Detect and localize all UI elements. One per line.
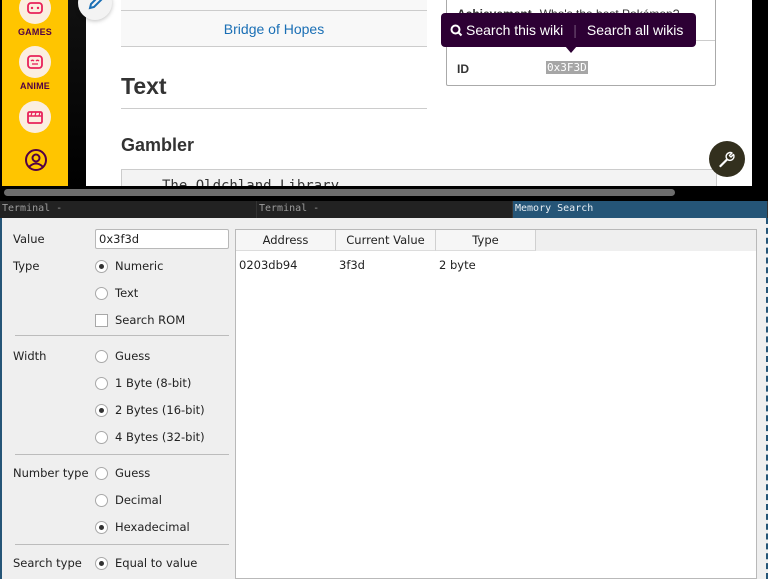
radio-label: Hexadecimal (115, 520, 190, 534)
code-block: The Oldchland Library (121, 169, 717, 186)
tools-button[interactable] (709, 141, 745, 177)
cell-type: 2 byte (439, 258, 476, 272)
wrench-icon (719, 151, 735, 168)
tab-terminal-2[interactable]: Terminal - (257, 201, 513, 218)
radio-unchecked[interactable] (95, 493, 108, 507)
infobox-id-value-selected[interactable]: 0x3F3D (546, 61, 588, 74)
radio-unchecked[interactable] (95, 376, 108, 390)
radio-unchecked[interactable] (95, 349, 108, 363)
radio-checked[interactable] (95, 520, 108, 534)
number-type-guess-radio[interactable]: Guess (95, 466, 150, 480)
cell-address: 0203db94 (239, 258, 298, 272)
radio-unchecked[interactable] (95, 430, 108, 444)
infobox-label: ID (457, 62, 469, 76)
checkbox-label: Search ROM (115, 313, 186, 327)
table-row: Bridge of Hopes (121, 11, 427, 47)
divider (15, 454, 229, 455)
number-type-hexadecimal-radio[interactable]: Hexadecimal (95, 520, 190, 534)
user-account-icon[interactable] (24, 148, 48, 176)
column-header-current-value[interactable]: Current Value (336, 230, 436, 251)
radio-label: Equal to value (115, 556, 198, 570)
search-this-wiki-button[interactable]: Search this wiki (466, 22, 563, 38)
search-rom-checkbox[interactable]: Search ROM (95, 313, 185, 327)
tab-terminal-1[interactable]: Terminal - (0, 201, 257, 218)
radio-checked[interactable] (95, 403, 108, 417)
radio-label: 4 Bytes (32-bit) (115, 430, 205, 444)
search-all-wikis-button[interactable]: Search all wikis (587, 22, 683, 38)
radio-label: 2 Bytes (16-bit) (115, 403, 205, 417)
type-label: Type (13, 259, 40, 273)
width-1-byte-radio[interactable]: 1 Byte (8-bit) (95, 376, 191, 390)
sidebar-item-label: ANIME (20, 81, 50, 91)
subsection-heading: Gambler (121, 135, 195, 155)
tooltip-arrow (565, 46, 577, 53)
memory-search-panel: Value Type Numeric Text Search ROM Width… (0, 218, 768, 579)
pencil-icon (88, 0, 103, 10)
cell-current-value: 3f3d (339, 258, 365, 272)
sidebar-item-games[interactable]: GAMES (2, 0, 68, 37)
width-label: Width (13, 349, 47, 363)
radio-label: Text (115, 286, 139, 300)
radio-label: Guess (115, 466, 151, 480)
radio-label: 1 Byte (8-bit) (115, 376, 192, 390)
radio-checked[interactable] (95, 259, 108, 273)
sidebar-item-movies[interactable] (2, 101, 68, 133)
radio-label: Decimal (115, 493, 162, 507)
divider (15, 544, 229, 545)
width-guess-radio[interactable]: Guess (95, 349, 150, 363)
column-header-address[interactable]: Address (236, 230, 336, 251)
anime-face-icon (19, 46, 51, 78)
number-type-decimal-radio[interactable]: Decimal (95, 493, 162, 507)
horizontal-scrollbar-thumb[interactable] (4, 189, 675, 196)
search-type-label: Search type (13, 556, 82, 570)
type-text-radio[interactable]: Text (95, 286, 138, 300)
value-input[interactable] (95, 229, 229, 249)
column-header-type[interactable]: Type (436, 230, 536, 251)
value-label: Value (13, 232, 45, 246)
search-type-equal-radio[interactable]: Equal to value (95, 556, 197, 570)
width-4-bytes-radio[interactable]: 4 Bytes (32-bit) (95, 430, 205, 444)
search-icon (450, 24, 463, 36)
sidebar-item-anime[interactable]: ANIME (2, 46, 68, 91)
tab-memory-search[interactable]: Memory Search (513, 201, 768, 218)
checkbox-unchecked[interactable] (95, 313, 108, 327)
browser-pane: GAMES ANIME Bridge of Hopes Text Gambler… (0, 0, 768, 201)
type-numeric-radio[interactable]: Numeric (95, 259, 163, 273)
section-heading: Text (121, 73, 427, 109)
bridge-of-hopes-link[interactable]: Bridge of Hopes (224, 21, 324, 37)
radio-unchecked[interactable] (95, 466, 108, 480)
page-gutter (68, 0, 86, 186)
tab-bar: Terminal - Terminal - Memory Search (0, 201, 768, 218)
radio-label: Numeric (115, 259, 164, 273)
results-table: Address Current Value Type 0203db94 3f3d… (235, 229, 757, 579)
sidebar-item-label: GAMES (17, 27, 52, 37)
radio-unchecked[interactable] (95, 286, 108, 300)
tooltip-separator: | (573, 22, 577, 38)
table-header: Address Current Value Type (236, 230, 756, 251)
gamepad-icon (19, 0, 51, 24)
radio-label: Guess (115, 349, 151, 363)
radio-checked[interactable] (95, 556, 108, 570)
wiki-sidebar: GAMES ANIME (2, 0, 68, 186)
number-type-label: Number type (13, 466, 89, 480)
divider (15, 335, 229, 336)
clapperboard-icon (19, 101, 51, 133)
width-2-bytes-radio[interactable]: 2 Bytes (16-bit) (95, 403, 205, 417)
code-text: The Oldchland Library (162, 178, 340, 186)
table-row (121, 0, 427, 11)
search-selection-tooltip: Search this wiki | Search all wikis (441, 13, 696, 47)
